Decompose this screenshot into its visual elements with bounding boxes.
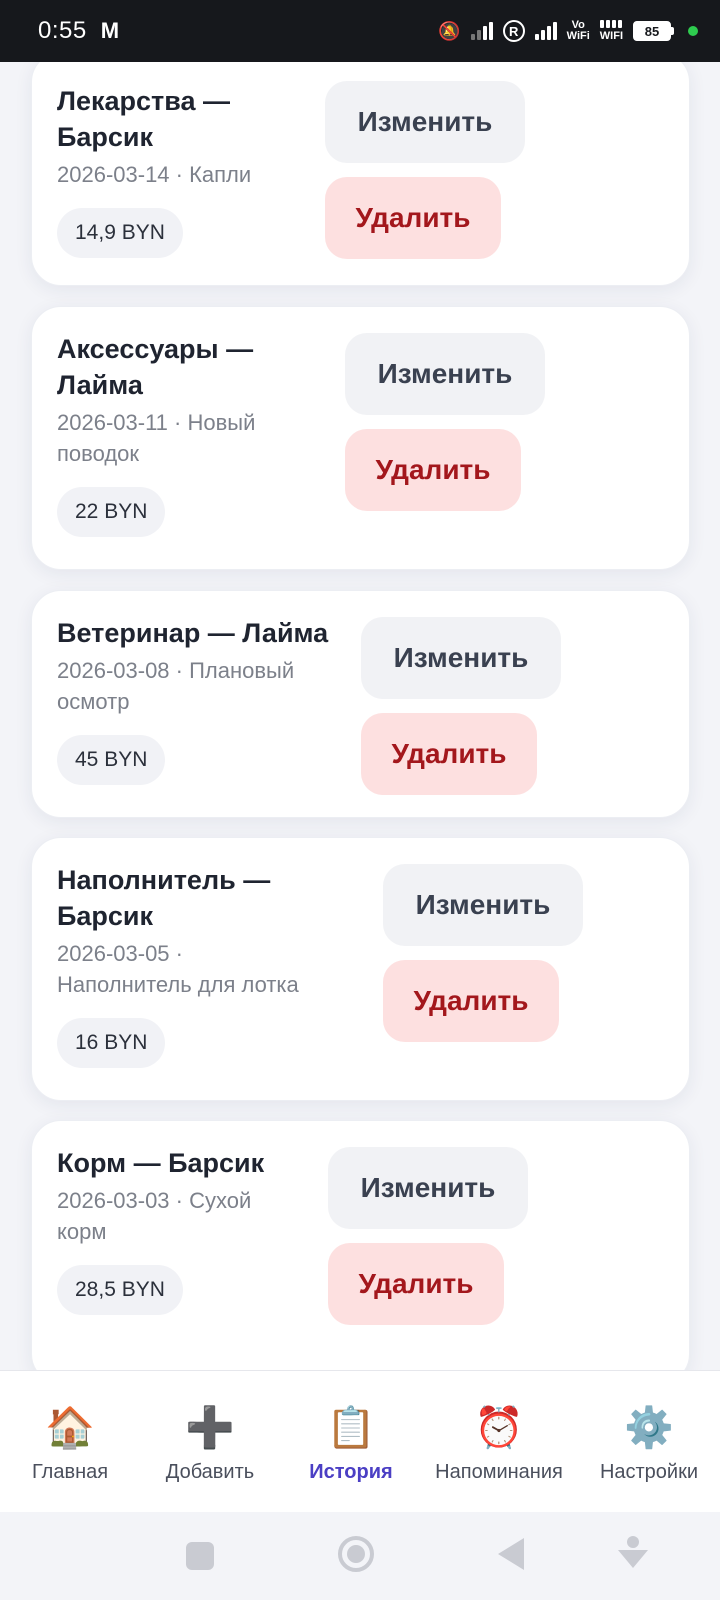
nav-item-history[interactable]: 📋 История bbox=[302, 1405, 400, 1484]
expense-history-list[interactable]: Лекарства — Барсик 2026-03-14 · Капли 14,… bbox=[0, 62, 720, 1370]
signal-icon bbox=[470, 22, 493, 40]
nav-label: Главная bbox=[31, 1461, 109, 1483]
battery-level: 85 bbox=[633, 21, 671, 41]
expense-title: Корм — Барсик bbox=[57, 1148, 265, 1178]
delete-button[interactable]: Удалить bbox=[345, 429, 521, 511]
expense-subtitle: 2026-03-14 · Капли bbox=[57, 162, 252, 187]
edit-button[interactable]: Изменить bbox=[325, 81, 525, 163]
edit-button[interactable]: Изменить bbox=[361, 617, 561, 699]
expense-subtitle: 2026-03-11 · Новый поводок bbox=[57, 410, 256, 466]
status-time: 0:55 bbox=[38, 17, 87, 44]
amount-badge: 16 BYN bbox=[57, 1018, 166, 1068]
expense-title: Ветеринар — Лайма bbox=[57, 618, 329, 648]
gear-icon: ⚙️ bbox=[624, 1406, 674, 1450]
signal-icon-2 bbox=[534, 22, 557, 40]
delete-button[interactable]: Удалить bbox=[325, 177, 501, 259]
status-icons: 🔕 R Vo WiFi WIFI 85 bbox=[438, 20, 698, 42]
home-button[interactable] bbox=[338, 1536, 374, 1572]
expense-card: Корм — Барсик 2026-03-03 · Сухой корм 28,… bbox=[31, 1120, 690, 1370]
system-navigation-bar bbox=[0, 1512, 720, 1600]
bottom-navigation: 🏠 Главная ➕ Добавить 📋 История ⏰ Напомин… bbox=[0, 1370, 720, 1512]
alarm-clock-icon: ⏰ bbox=[474, 1406, 524, 1450]
expense-subtitle: 2026-03-08 · Плановый осмотр bbox=[57, 658, 295, 714]
expense-title: Аксессуары — Лайма bbox=[57, 334, 254, 400]
amount-badge: 14,9 BYN bbox=[57, 208, 183, 258]
vowifi-icon: Vo WiFi bbox=[566, 19, 590, 42]
edit-button[interactable]: Изменить bbox=[345, 333, 545, 415]
battery-icon: 85 bbox=[633, 21, 674, 41]
nav-item-reminders[interactable]: ⏰ Напоминания bbox=[428, 1405, 570, 1484]
back-button[interactable] bbox=[498, 1538, 524, 1570]
nav-label: Добавить bbox=[165, 1461, 255, 1483]
nav-item-home[interactable]: 🏠 Главная bbox=[28, 1405, 112, 1484]
accessibility-button[interactable] bbox=[618, 1536, 648, 1570]
amount-badge: 22 BYN bbox=[57, 487, 166, 537]
amount-badge: 28,5 BYN bbox=[57, 1265, 183, 1315]
home-icon: 🏠 bbox=[45, 1406, 95, 1450]
amount-badge: 45 BYN bbox=[57, 735, 166, 785]
expense-card: Наполнитель — Барсик 2026-03-05 · Наполнит… bbox=[31, 837, 690, 1101]
edit-button[interactable]: Изменить bbox=[383, 864, 583, 946]
gmail-icon: M bbox=[100, 18, 120, 43]
screen: 0:55 M 🔕 R Vo WiFi WIFI 85 Лекарства — Бар… bbox=[0, 0, 720, 1600]
recents-button[interactable] bbox=[186, 1542, 214, 1570]
wifi-icon: WIFI bbox=[600, 20, 623, 42]
status-bar: 0:55 M 🔕 R Vo WiFi WIFI 85 bbox=[0, 0, 720, 62]
clipboard-icon: 📋 bbox=[326, 1406, 376, 1450]
nav-item-add[interactable]: ➕ Добавить bbox=[158, 1405, 262, 1484]
delete-button[interactable]: Удалить bbox=[361, 713, 537, 795]
delete-button[interactable]: Удалить bbox=[328, 1243, 504, 1325]
nav-label: Настройки bbox=[599, 1461, 699, 1483]
privacy-indicator-dot bbox=[688, 26, 698, 36]
expense-card: Лекарства — Барсик 2026-03-14 · Капли 14,… bbox=[31, 62, 690, 286]
expense-card: Аксессуары — Лайма 2026-03-11 · Новый пово… bbox=[31, 306, 690, 570]
expense-card: Ветеринар — Лайма 2026-03-08 · Плановый о… bbox=[31, 590, 690, 818]
expense-title: Наполнитель — Барсик bbox=[57, 865, 271, 931]
registered-icon: R bbox=[502, 20, 525, 42]
expense-subtitle: 2026-03-05 · Наполнитель для лотка bbox=[57, 941, 299, 997]
expense-title: Лекарства — Барсик bbox=[57, 86, 230, 152]
edit-button[interactable]: Изменить bbox=[328, 1147, 528, 1229]
delete-button[interactable]: Удалить bbox=[383, 960, 559, 1042]
nav-label: История bbox=[309, 1461, 393, 1483]
expense-subtitle: 2026-03-03 · Сухой корм bbox=[57, 1188, 252, 1244]
nav-item-settings[interactable]: ⚙️ Настройки bbox=[594, 1405, 704, 1484]
bell-off-icon: 🔕 bbox=[438, 20, 461, 41]
plus-icon: ➕ bbox=[185, 1406, 235, 1450]
nav-label: Напоминания bbox=[435, 1461, 563, 1483]
